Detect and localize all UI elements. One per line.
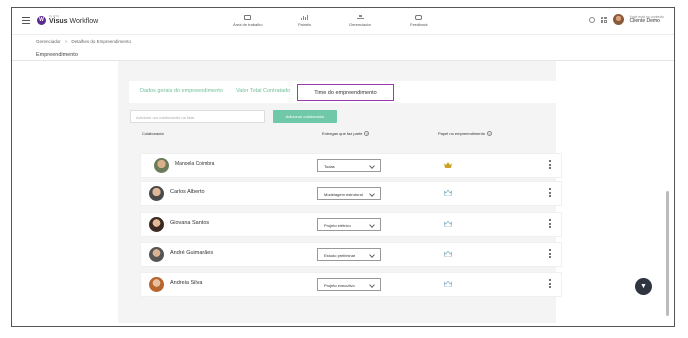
notification-icon[interactable] <box>588 16 595 23</box>
breadcrumb: Gerenciador > Detalhes do Empreendimento <box>36 39 131 44</box>
deliverable-select[interactable]: Estudo preliminar <box>317 248 381 261</box>
bar-chart-icon <box>301 15 309 20</box>
column-header-deliverables: Entregas que faz parte ? <box>322 131 370 136</box>
help-icon[interactable]: ? <box>486 131 492 136</box>
tab-dados-gerais[interactable]: Dados gerais do empreendimento <box>140 88 223 94</box>
nav-gerenciador[interactable]: Gerenciador <box>349 15 371 27</box>
avatar <box>154 158 169 173</box>
more-options-icon[interactable] <box>549 188 551 197</box>
collaborator-name: Carlos Alberto <box>170 189 205 195</box>
table-row: Andreia Silva Projeto executivo <box>140 272 562 297</box>
breadcrumb-current: Detalhes do Empreendimento <box>71 39 131 44</box>
avatar <box>149 277 164 292</box>
menu-icon[interactable] <box>22 17 30 24</box>
table-row: Giovana Santos Projeto elétrico <box>140 212 562 237</box>
collaborator-search-input[interactable]: Adicione um colaborador na lista <box>130 110 265 123</box>
breadcrumb-gerenciador[interactable]: Gerenciador <box>36 39 61 44</box>
chat-icon <box>415 15 423 20</box>
user-area: Você está no contexto Cliente Demo <box>588 14 664 25</box>
crown-icon[interactable] <box>444 162 452 168</box>
user-avatar[interactable] <box>612 14 624 25</box>
tab-time-empreendimento[interactable]: Time do empreendimento <box>297 84 394 101</box>
deliverable-select[interactable]: Projeto elétrico <box>317 218 381 231</box>
help-icon[interactable]: ? <box>364 131 370 136</box>
crown-icon[interactable] <box>444 221 452 227</box>
column-header-collaborator: Colaborador <box>142 131 165 136</box>
app-window: W by HYS Visus Workflow Área de trabalho… <box>11 7 675 327</box>
crown-icon[interactable] <box>444 281 452 287</box>
logo-product: Workflow <box>69 18 99 25</box>
nav-area-de-trabalho[interactable]: Área de trabalho <box>233 15 263 27</box>
collaborator-name: Giovana Santos <box>170 220 210 226</box>
more-options-icon[interactable] <box>549 219 551 228</box>
page-title: Empreendimento <box>36 52 78 58</box>
app-logo[interactable]: W by HYS Visus Workflow <box>37 15 98 25</box>
tab-valor-total[interactable]: Valor Total Contratado <box>236 88 290 94</box>
collaborator-name: André Guimarães <box>170 250 214 256</box>
deliverable-select[interactable]: Modelagem estrutural <box>317 187 381 200</box>
avatar <box>149 217 164 232</box>
breadcrumb-separator: > <box>64 39 68 44</box>
crown-icon[interactable] <box>444 190 452 196</box>
help-chat-button[interactable]: ▼ <box>635 278 652 295</box>
deliverable-select[interactable]: Projeto executivo <box>317 278 381 291</box>
avatar <box>149 247 164 262</box>
monitor-icon <box>244 15 252 20</box>
more-options-icon[interactable] <box>549 160 551 169</box>
table-row: Manoela Coimbra Todas <box>140 153 562 178</box>
hierarchy-icon <box>356 15 364 20</box>
logo-brand: Visus <box>49 18 68 25</box>
nav-paineis[interactable]: Painéis <box>298 15 311 27</box>
table-row: André Guimarães Estudo preliminar <box>140 242 562 267</box>
collaborator-name: Andreia Silva <box>170 280 203 286</box>
table-row: Carlos Alberto Modelagem estrutural <box>140 181 562 206</box>
nav-feedback[interactable]: Feedback <box>410 15 428 27</box>
logo-badge: W <box>37 15 46 25</box>
top-bar: W by HYS Visus Workflow Área de trabalho… <box>12 8 674 35</box>
avatar <box>149 186 164 201</box>
add-collaborator-button[interactable]: Adicionar colaborador <box>273 110 337 123</box>
chat-icon: ▼ <box>640 283 647 290</box>
scrollbar[interactable] <box>666 191 669 316</box>
column-header-role: Papel no empreendimento ? <box>438 131 492 136</box>
tab-bar: Dados gerais do empreendimento Valor Tot… <box>129 81 556 103</box>
collaborator-name: Manoela Coimbra <box>175 161 215 167</box>
more-options-icon[interactable] <box>549 279 551 288</box>
more-options-icon[interactable] <box>549 249 551 258</box>
apps-grid-icon[interactable] <box>600 16 607 23</box>
context-user-name[interactable]: Cliente Demo <box>630 18 664 25</box>
main-content: Dados gerais do empreendimento Valor Tot… <box>129 78 562 318</box>
deliverable-select[interactable]: Todas <box>317 159 381 172</box>
crown-icon[interactable] <box>444 251 452 257</box>
